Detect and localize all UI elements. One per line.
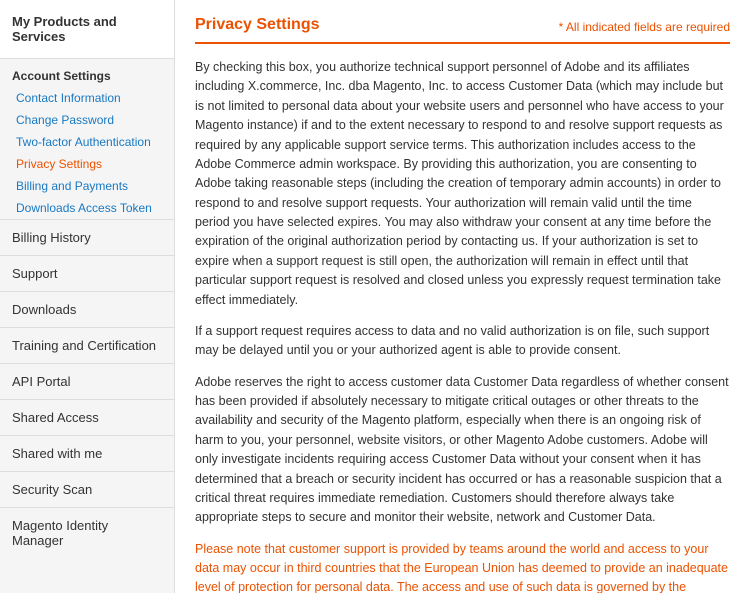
sidebar-nav-magento-identity-manager[interactable]: Magento Identity Manager xyxy=(0,507,174,558)
sidebar-nav-security-scan[interactable]: Security Scan xyxy=(0,471,174,507)
sidebar-link-contact-information[interactable]: Contact Information xyxy=(0,87,174,109)
sidebar: My Products and Services Account Setting… xyxy=(0,0,175,593)
nav-items: Billing HistorySupportDownloadsTraining … xyxy=(0,219,174,558)
sidebar-link-change-password[interactable]: Change Password xyxy=(0,109,174,131)
main-content: Privacy Settings * All indicated fields … xyxy=(175,0,750,593)
sidebar-header: My Products and Services xyxy=(0,0,174,59)
sidebar-nav-training-and-certification[interactable]: Training and Certification xyxy=(0,327,174,363)
required-note: * All indicated fields are required xyxy=(559,20,730,34)
sidebar-nav-billing-history[interactable]: Billing History xyxy=(0,219,174,255)
sidebar-nav-api-portal[interactable]: API Portal xyxy=(0,363,174,399)
paragraph-4: Please note that customer support is pro… xyxy=(195,540,730,593)
paragraph-1: By checking this box, you authorize tech… xyxy=(195,58,730,310)
sidebar-link-privacy-settings[interactable]: Privacy Settings xyxy=(0,153,174,175)
sidebar-nav-downloads[interactable]: Downloads xyxy=(0,291,174,327)
account-settings-label: Account Settings xyxy=(0,59,174,87)
page-title: Privacy Settings xyxy=(195,16,320,34)
paragraph-2: If a support request requires access to … xyxy=(195,322,730,361)
sidebar-nav-shared-access[interactable]: Shared Access xyxy=(0,399,174,435)
sidebar-nav-shared-with-me[interactable]: Shared with me xyxy=(0,435,174,471)
sidebar-link-two-factor-authentication[interactable]: Two-factor Authentication xyxy=(0,131,174,153)
sidebar-nav-support[interactable]: Support xyxy=(0,255,174,291)
page-header: Privacy Settings * All indicated fields … xyxy=(195,16,730,44)
paragraph-3: Adobe reserves the right to access custo… xyxy=(195,373,730,528)
sidebar-link-billing-and-payments[interactable]: Billing and Payments xyxy=(0,175,174,197)
account-links: Contact InformationChange PasswordTwo-fa… xyxy=(0,87,174,219)
sidebar-link-downloads-access-token[interactable]: Downloads Access Token xyxy=(0,197,174,219)
